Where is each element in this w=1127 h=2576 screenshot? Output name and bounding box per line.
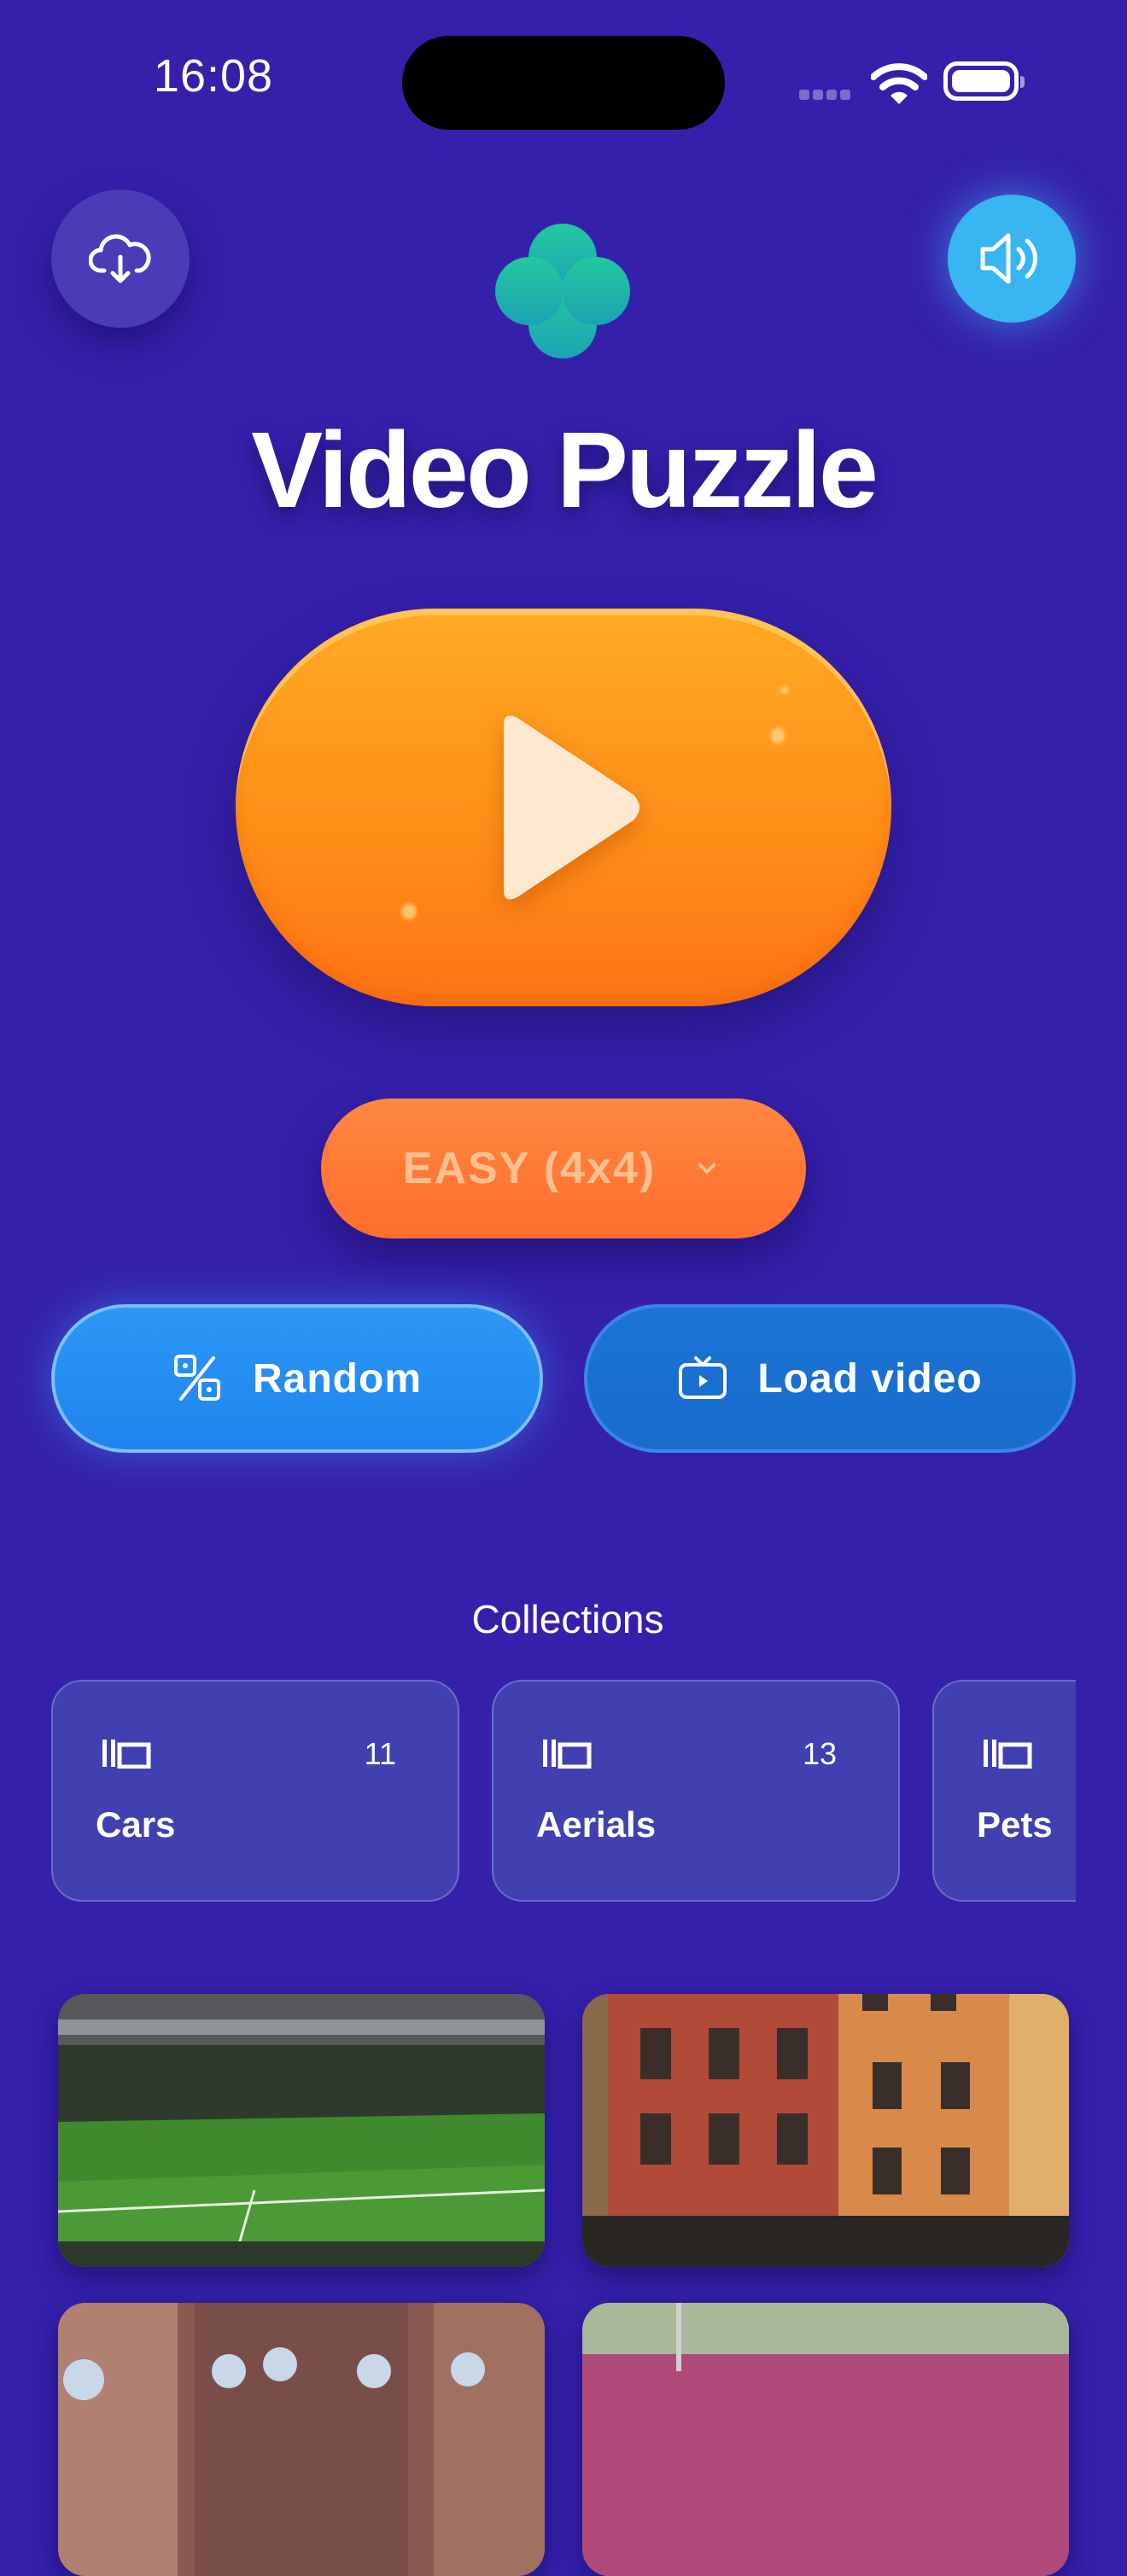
collection-name: Cars <box>96 1804 176 1845</box>
cloud-download-button[interactable] <box>51 189 190 328</box>
video-thumbnail-old-town[interactable] <box>582 1994 1069 2267</box>
collection-card-pets[interactable]: Pets <box>932 1680 1076 1902</box>
sparkle-decoration <box>770 728 785 743</box>
play-icon <box>504 715 639 900</box>
difficulty-label: EASY (4x4) <box>402 1144 657 1193</box>
dice-icon <box>174 1355 220 1401</box>
collection-icon <box>102 1740 151 1769</box>
collection-name: Pets <box>977 1804 1053 1845</box>
old-town-image <box>582 1994 1069 2267</box>
ceremony-image <box>58 2303 545 2576</box>
video-thumbnail-stadium[interactable] <box>58 1994 545 2267</box>
collection-icon <box>984 1740 1032 1769</box>
collection-card-aerials[interactable]: 13 Aerials <box>492 1680 900 1902</box>
collections-carousel[interactable]: 11 Cars 13 Aerials Pets <box>51 1680 1076 1905</box>
chevron-down-icon <box>698 1163 716 1174</box>
dynamic-island <box>402 36 725 130</box>
random-button[interactable]: Random <box>51 1304 543 1453</box>
sparkle-decoration <box>401 904 417 919</box>
collection-card-cars[interactable]: 11 Cars <box>51 1680 459 1902</box>
wifi-icon <box>871 63 927 104</box>
collection-count: 13 <box>802 1736 837 1771</box>
tv-icon <box>679 1356 727 1399</box>
sparkle-decoration <box>780 685 789 694</box>
random-button-label: Random <box>253 1355 422 1402</box>
crowd-image <box>582 2303 1069 2576</box>
cloud-download-icon <box>89 234 151 283</box>
speaker-icon <box>980 233 1037 284</box>
sound-toggle-button[interactable] <box>948 195 1076 323</box>
collection-count: 11 <box>364 1736 396 1771</box>
collection-icon <box>543 1740 592 1769</box>
play-button[interactable] <box>236 609 891 1006</box>
collections-title: Collections <box>471 1597 664 1641</box>
cellular-signal-icon <box>799 89 854 104</box>
stadium-image <box>58 1994 545 2267</box>
status-time: 16:08 <box>153 50 274 102</box>
collection-name: Aerials <box>536 1804 657 1845</box>
load-video-button[interactable]: Load video <box>584 1304 1076 1453</box>
battery-icon <box>943 61 1025 101</box>
app-title: Video Puzzle <box>251 410 879 530</box>
clover-logo-icon <box>495 224 630 358</box>
load-video-button-label: Load video <box>757 1355 983 1402</box>
difficulty-selector[interactable]: EASY (4x4) <box>321 1099 806 1238</box>
video-thumbnail-crowd[interactable] <box>582 2303 1069 2576</box>
video-thumbnail-ceremony[interactable] <box>58 2303 545 2576</box>
